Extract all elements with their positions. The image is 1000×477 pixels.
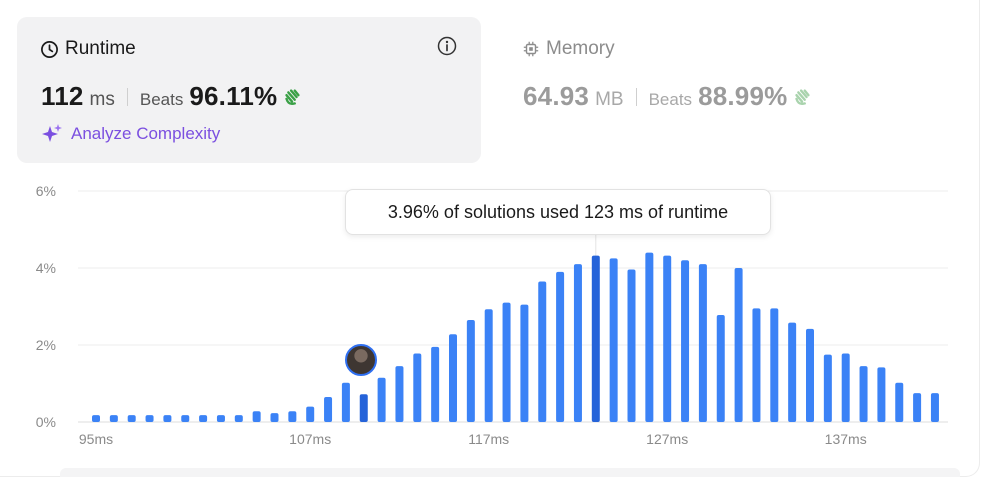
chart-bar[interactable] <box>324 396 333 422</box>
chart-bar[interactable] <box>359 394 368 422</box>
chart-bar[interactable] <box>556 271 565 422</box>
chart-bar[interactable] <box>234 415 243 422</box>
chart-bar[interactable] <box>431 346 440 422</box>
y-tick-label: 2% <box>36 337 56 353</box>
chart-bar[interactable] <box>770 308 779 422</box>
chart-bar[interactable] <box>645 252 654 422</box>
memory-title: Memory <box>546 38 615 59</box>
memory-header: Memory <box>522 38 615 60</box>
y-tick-label: 4% <box>36 260 56 276</box>
chart-bar[interactable] <box>806 328 814 422</box>
divider <box>635 87 637 106</box>
runtime-card[interactable]: Runtime 112 ms Beats 96.11% Analyze Comp… <box>17 17 481 163</box>
chart-bar[interactable] <box>377 377 386 422</box>
chart-bar[interactable] <box>716 314 725 422</box>
clap-icon <box>795 88 811 105</box>
chart-bar[interactable] <box>466 319 475 422</box>
y-tick-label: 6% <box>36 183 56 199</box>
chart-bar[interactable] <box>306 406 315 422</box>
chart-bar[interactable] <box>270 413 279 422</box>
chart-bar[interactable] <box>663 255 672 422</box>
chart-bar[interactable] <box>449 334 457 422</box>
analyze-complexity-label: Analyze Complexity <box>71 124 221 143</box>
chart-bar[interactable] <box>681 260 690 422</box>
x-tick-label: 137ms <box>825 431 867 447</box>
chip-icon <box>523 41 539 57</box>
memory-unit: MB <box>595 89 624 110</box>
memory-beats-value: 88.99% <box>698 81 788 111</box>
sparkle-icon <box>42 124 62 142</box>
info-icon[interactable] <box>437 36 457 56</box>
runtime-title: Runtime <box>65 38 136 59</box>
chart-bar[interactable] <box>199 415 208 422</box>
divider <box>126 87 128 106</box>
x-tick-label: 117ms <box>468 431 509 447</box>
memory-value: 64.93 <box>523 81 590 111</box>
chart-bar[interactable] <box>520 304 529 422</box>
chart-bar[interactable] <box>145 415 154 422</box>
x-tick-label: 107ms <box>289 431 331 447</box>
chart-bar[interactable] <box>538 281 547 422</box>
chart-bar[interactable] <box>841 353 850 422</box>
runtime-stats: 112 ms Beats 96.11% <box>41 81 303 112</box>
memory-stats: 64.93 MB Beats 88.99% <box>523 81 813 112</box>
clock-icon <box>41 40 58 58</box>
chart-bar[interactable] <box>788 322 797 422</box>
chart-bar[interactable] <box>895 382 904 422</box>
y-tick-label: 0% <box>36 414 56 430</box>
chart-bar[interactable] <box>413 353 422 422</box>
memory-card[interactable]: Memory 64.93 MB Beats 88.99% <box>506 17 966 163</box>
chart-bar[interactable] <box>395 366 404 422</box>
runtime-beats-value: 96.11% <box>189 81 278 111</box>
chart-bar[interactable] <box>573 264 582 422</box>
chart-bar[interactable] <box>930 393 939 422</box>
chart-bar[interactable] <box>502 302 511 422</box>
chart-bar[interactable] <box>127 415 136 422</box>
chart-bar[interactable] <box>823 354 832 422</box>
runtime-header: Runtime <box>40 38 136 60</box>
chart-bar[interactable] <box>92 415 100 422</box>
chart-bar[interactable] <box>181 415 190 422</box>
chart-bar[interactable] <box>591 255 600 422</box>
memory-beats-label: Beats <box>648 90 693 109</box>
chart-bar[interactable] <box>698 264 707 422</box>
x-tick-label: 127ms <box>646 431 688 447</box>
chart-bar[interactable] <box>609 258 618 422</box>
chart-bar[interactable] <box>859 366 868 422</box>
analyze-complexity-link[interactable]: Analyze Complexity <box>41 123 220 145</box>
chart-bar[interactable] <box>913 393 922 422</box>
chart-bar[interactable] <box>877 367 886 422</box>
x-tick-label: 95ms <box>79 431 113 447</box>
chart-tooltip: 3.96% of solutions used 123 ms of runtim… <box>345 189 771 235</box>
chart-bar[interactable] <box>288 411 297 422</box>
runtime-value: 112 <box>41 81 84 111</box>
chart-bar[interactable] <box>252 411 261 422</box>
clap-icon <box>285 88 300 105</box>
chart-bar[interactable] <box>734 268 743 422</box>
user-avatar[interactable] <box>345 344 377 376</box>
runtime-unit: ms <box>89 89 115 110</box>
code-panel-edge <box>60 468 960 477</box>
chart-bar[interactable] <box>163 415 172 422</box>
chart-bar[interactable] <box>341 382 350 422</box>
chart-bar[interactable] <box>484 309 493 422</box>
chart-bar[interactable] <box>109 415 118 422</box>
runtime-beats-label: Beats <box>139 90 184 109</box>
chart-bar[interactable] <box>216 415 225 422</box>
chart-bar[interactable] <box>752 308 761 422</box>
chart-bar[interactable] <box>627 269 636 422</box>
